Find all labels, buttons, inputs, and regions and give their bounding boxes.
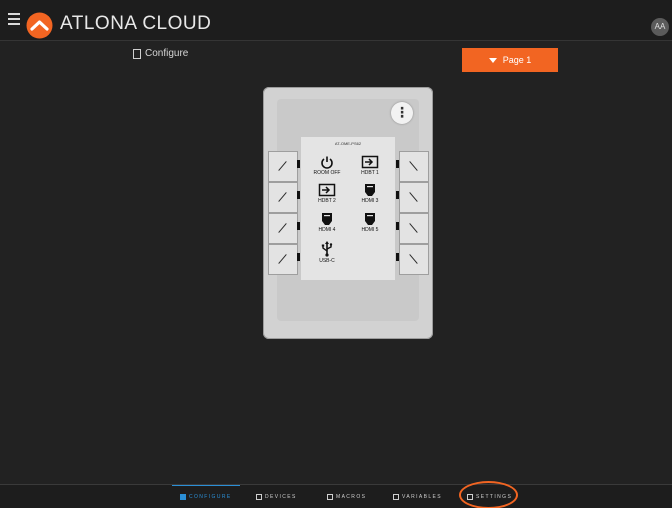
kebab-menu-icon[interactable]: ⋮: [391, 102, 413, 124]
settings-highlight-ring: [459, 481, 518, 509]
usb-c-button[interactable]: USB-C: [309, 241, 345, 264]
keypad-right-button-2[interactable]: [399, 182, 429, 213]
page-bottom-edge: [0, 508, 672, 513]
room-off-button[interactable]: ROOM OFF: [309, 155, 345, 176]
nav-variables[interactable]: VARIABLES: [393, 494, 442, 500]
nav-macros[interactable]: MACROS: [327, 494, 366, 500]
nav-configure-label: CONFIGURE: [189, 494, 232, 500]
configure-label: Configure: [145, 48, 189, 59]
led-indicator: [396, 160, 399, 168]
led-indicator: [297, 191, 300, 199]
hdmi-4-label: HDMI 4: [318, 227, 336, 233]
usb-icon: [321, 241, 333, 257]
configure-icon: [180, 494, 186, 500]
hdmi-icon: [322, 213, 332, 225]
configure-heading: Configure: [133, 48, 188, 59]
top-bar: ATLONA CLOUD AA: [0, 0, 672, 41]
hdmi-icon: [365, 184, 375, 196]
hdmi-icon: [365, 213, 375, 225]
macros-icon: [327, 494, 333, 500]
atlona-chevron-logo-icon[interactable]: [26, 12, 53, 39]
nav-devices[interactable]: DEVICES: [256, 494, 297, 500]
app-window: ATLONA CLOUD AA Configure Page 1 ⋮ AT-OM…: [0, 0, 672, 513]
keypad-left-button-3[interactable]: [268, 213, 298, 244]
keypad-left-button-4[interactable]: [268, 244, 298, 275]
keypad-screen: AT-OME-PS62 ROOM OFF HDBT 1 HDBT 2 HDMI …: [301, 137, 395, 280]
devices-icon: [256, 494, 262, 500]
variables-icon: [393, 494, 399, 500]
hdmi-5-label: HDMI 5: [361, 227, 379, 233]
input-icon: [318, 183, 336, 197]
led-indicator: [396, 253, 399, 261]
hdmi-5-button[interactable]: HDMI 5: [352, 212, 388, 233]
keypad-right-button-4[interactable]: [399, 244, 429, 275]
hdmi-3-button[interactable]: HDMI 3: [352, 183, 388, 204]
power-icon: [321, 156, 333, 169]
avatar[interactable]: AA: [651, 18, 669, 36]
input-icon: [361, 155, 379, 169]
keypad-left-button-1[interactable]: [268, 151, 298, 182]
hdbt-2-button[interactable]: HDBT 2: [309, 183, 345, 204]
nav-macros-label: MACROS: [336, 494, 367, 500]
led-indicator: [396, 191, 399, 199]
room-off-label: ROOM OFF: [313, 170, 341, 176]
page-dropdown-value: Page 1: [502, 55, 532, 65]
nav-variables-label: VARIABLES: [402, 494, 443, 500]
device-model: AT-OME-PS62: [334, 141, 362, 146]
led-indicator: [297, 160, 300, 168]
keypad-left-button-2[interactable]: [268, 182, 298, 213]
keypad-right-button-3[interactable]: [399, 213, 429, 244]
document-icon: [133, 48, 141, 59]
active-tab-indicator: [172, 485, 240, 486]
brand-title: ATLONA CLOUD: [60, 13, 212, 34]
usb-c-label: USB-C: [319, 258, 335, 264]
hamburger-icon[interactable]: [8, 13, 20, 25]
keypad-right-button-1[interactable]: [399, 151, 429, 182]
bottom-nav: CONFIGURE DEVICES MACROS VARIABLES SETTI…: [0, 484, 672, 509]
hdbt-1-label: HDBT 1: [361, 170, 379, 176]
hdbt-1-button[interactable]: HDBT 1: [352, 155, 388, 176]
nav-configure[interactable]: CONFIGURE: [180, 494, 232, 500]
page-dropdown[interactable]: Page 1: [462, 48, 558, 72]
hdmi-3-label: HDMI 3: [361, 198, 379, 204]
nav-devices-label: DEVICES: [265, 494, 297, 500]
hdmi-4-button[interactable]: HDMI 4: [309, 212, 345, 233]
caret-down-icon: [488, 57, 497, 63]
led-indicator: [297, 222, 300, 230]
led-indicator: [297, 253, 300, 261]
hdbt-2-label: HDBT 2: [318, 198, 336, 204]
led-indicator: [396, 222, 399, 230]
